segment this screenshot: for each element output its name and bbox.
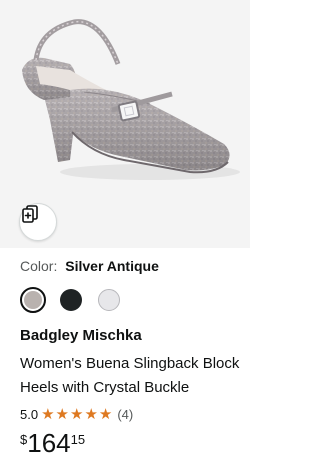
star-icon: ★ [69,405,84,423]
price-fraction: 15 [70,432,86,447]
swatch-dot [24,291,42,309]
star-icon: ★ [55,405,69,423]
star-icon: ★ [84,405,98,423]
rating-value: 5.0 [20,406,39,422]
swatch-dot [60,289,82,311]
compare-cards-icon [22,205,38,223]
compare-button[interactable] [19,203,57,241]
product-image[interactable] [0,0,250,248]
swatch-white[interactable] [96,287,122,313]
star-icon: ★ [98,405,113,423]
color-swatches [20,286,244,314]
price-whole: 164 [27,428,71,458]
product-info: Color: Silver Antique Badgley Mischka Wo… [20,256,244,456]
color-row: Color: Silver Antique [20,256,244,278]
product-brand: Badgley Mischka [20,327,142,344]
product-card[interactable]: Color: Silver Antique Badgley Mischka Wo… [0,0,250,458]
color-label: Color: [20,258,58,274]
swatch-black[interactable] [58,287,84,313]
review-count[interactable]: (4) [117,407,133,422]
swatch-silver-antique[interactable] [20,287,46,313]
price-symbol: $ [20,432,28,447]
rating-row: 5.0 ★ ★ ★ ★ ★ (4) [20,404,244,424]
swatch-dot [98,289,120,311]
color-value: Silver Antique [65,258,159,274]
product-price: $ 164 15 [20,430,244,456]
star-icon: ★ [41,405,55,423]
rating-stars[interactable]: ★ ★ ★ ★ ★ [41,407,112,422]
product-title[interactable]: Women's Buena Slingback Block Heels with… [20,352,244,400]
